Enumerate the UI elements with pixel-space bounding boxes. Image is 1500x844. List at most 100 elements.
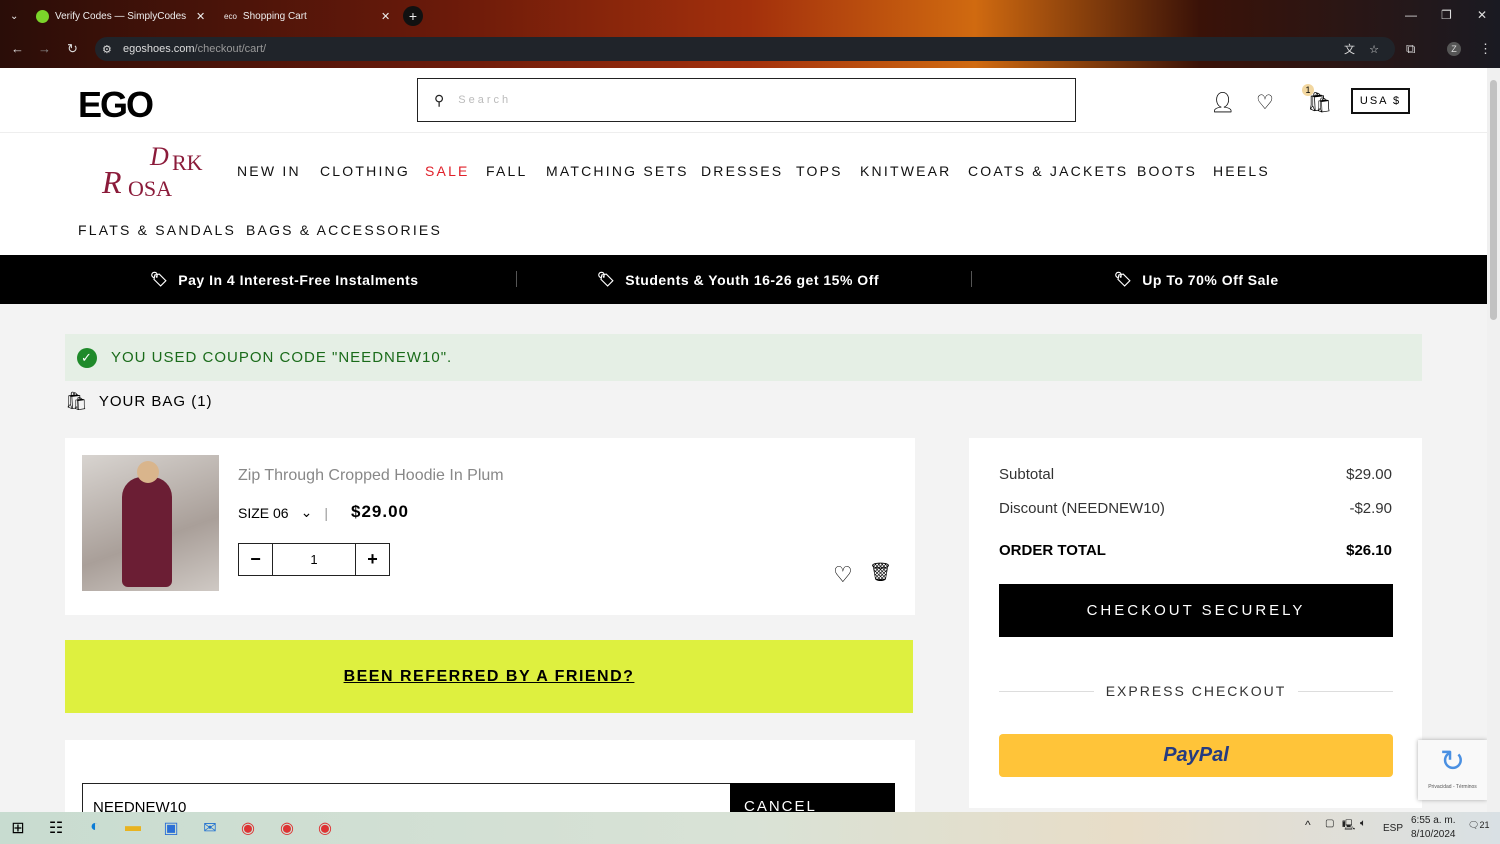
- chrome-icon[interactable]: ◉: [314, 818, 336, 838]
- increase-button[interactable]: +: [355, 544, 389, 575]
- search-icon: ⚲: [434, 91, 445, 108]
- bag-icon: 🛍︎: [65, 391, 89, 411]
- cart-count-badge: 1: [1302, 84, 1314, 96]
- scrollbar[interactable]: [1487, 68, 1500, 812]
- translate-icon[interactable]: 文: [1344, 41, 1355, 57]
- paypal-button[interactable]: PayPal: [999, 734, 1393, 777]
- label: ORDER TOTAL: [999, 542, 1106, 559]
- ego-favicon-icon: eco: [224, 11, 237, 21]
- cart-item: Zip Through Cropped Hoodie In Plum SIZE …: [65, 438, 915, 615]
- chrome-icon[interactable]: ◉: [276, 818, 298, 838]
- new-tab-button[interactable]: +: [403, 6, 423, 26]
- size-selector[interactable]: SIZE 06 ⌄ |: [238, 504, 328, 521]
- promo-item[interactable]: 🏷︎ Up To 70% Off Sale: [1114, 271, 1279, 288]
- close-tab-icon[interactable]: ✕: [196, 10, 205, 23]
- chrome-icon[interactable]: ◉: [237, 818, 259, 838]
- cancel-coupon-button[interactable]: CANCEL COUPON: [730, 783, 895, 812]
- nav-sale[interactable]: SALE: [425, 163, 470, 179]
- quantity-stepper: − 1 +: [238, 543, 390, 576]
- chevron-down-icon: ⌄: [300, 504, 313, 520]
- express-checkout-divider: EXPRESS CHECKOUT: [999, 683, 1393, 699]
- nav-flats-sandals[interactable]: FLATS & SANDALS: [78, 222, 236, 238]
- discount-row: Discount (NEEDNEW10) -$2.90: [999, 500, 1392, 517]
- divider: [971, 271, 972, 287]
- check-circle-icon: ✓: [77, 347, 97, 368]
- recaptcha-icon: ↻: [1439, 745, 1466, 778]
- profile-avatar[interactable]: Z: [1447, 42, 1461, 56]
- promo-text: Pay In 4 Interest-Free Instalments: [178, 271, 419, 288]
- product-image[interactable]: [82, 455, 219, 591]
- tray-chevron-icon[interactable]: ^: [1305, 818, 1311, 832]
- bookmark-star-icon[interactable]: ☆: [1369, 43, 1379, 56]
- nav-boots[interactable]: BOOTS: [1137, 163, 1197, 179]
- wishlist-heart-icon[interactable]: ♡: [833, 562, 853, 588]
- forward-icon[interactable]: →: [38, 41, 51, 56]
- account-icon[interactable]: 👤︎: [1210, 90, 1235, 115]
- browser-menu-icon[interactable]: ⋮: [1479, 41, 1492, 57]
- nav-knitwear[interactable]: KNITWEAR: [860, 163, 952, 179]
- promo-text: Students & Youth 16-26 get 15% Off: [625, 271, 880, 288]
- volume-icon[interactable]: 🔈︎: [1360, 818, 1366, 829]
- clock-date[interactable]: 8/10/2024: [1411, 829, 1456, 840]
- product-name[interactable]: Zip Through Cropped Hoodie In Plum: [238, 467, 504, 485]
- windows-start-icon[interactable]: ⊞: [7, 818, 29, 838]
- site-info-icon[interactable]: ⚙: [102, 43, 112, 56]
- notifications-badge[interactable]: 🗨︎21: [1468, 820, 1489, 831]
- wishlist-heart-icon[interactable]: ♡: [1256, 90, 1274, 115]
- ego-logo[interactable]: EGO: [78, 84, 154, 126]
- tab-title: Verify Codes — SimplyCodes: [55, 10, 187, 22]
- extensions-icon[interactable]: ⧉: [1406, 41, 1415, 57]
- language-indicator[interactable]: ESP: [1383, 823, 1403, 834]
- widgets-icon[interactable]: ☷: [45, 818, 67, 838]
- url-domain: egoshoes.com: [123, 43, 195, 55]
- total-row: ORDER TOTAL $26.10: [999, 542, 1392, 559]
- address-bar[interactable]: ⚙ egoshoes.com/checkout/cart/ 文 ☆: [95, 37, 1395, 61]
- file-explorer-icon[interactable]: ▬: [122, 818, 144, 838]
- tab-list-button[interactable]: ⌄: [10, 6, 18, 26]
- checkout-button[interactable]: CHECKOUT SECURELY: [999, 584, 1393, 637]
- promo-text: Up To 70% Off Sale: [1142, 271, 1279, 288]
- restore-button[interactable]: ❐: [1441, 8, 1452, 22]
- nav-coats-jackets[interactable]: COATS & JACKETS: [968, 163, 1128, 179]
- close-window-button[interactable]: ✕: [1477, 8, 1487, 22]
- nav-dresses[interactable]: DRESSES: [701, 163, 783, 179]
- nav-new-in[interactable]: NEW IN: [237, 163, 301, 179]
- decrease-button[interactable]: −: [239, 544, 273, 575]
- paypal-logo: PayPal: [1163, 744, 1229, 766]
- clock-time[interactable]: 6:55 a. m.: [1411, 815, 1455, 826]
- value: -$2.90: [1349, 500, 1392, 517]
- nav-clothing[interactable]: CLOTHING: [320, 163, 410, 179]
- reload-icon[interactable]: ↻: [67, 41, 78, 57]
- promo-item[interactable]: 🏷︎ Pay In 4 Interest-Free Instalments: [150, 271, 419, 288]
- meet-icon[interactable]: ▢: [1325, 818, 1334, 829]
- edge-icon[interactable]: ◐: [84, 818, 106, 838]
- close-tab-icon[interactable]: ✕: [381, 10, 390, 23]
- recaptcha-links[interactable]: Privacidad - Términos: [1418, 784, 1487, 790]
- minimize-button[interactable]: —: [1405, 8, 1417, 22]
- store-icon[interactable]: ▣: [160, 818, 182, 838]
- dark-rosa-logo[interactable]: D RK R OSA: [100, 138, 212, 204]
- back-icon[interactable]: ←: [11, 41, 24, 56]
- mail-icon[interactable]: ✉: [199, 818, 221, 838]
- currency-selector[interactable]: USA $: [1351, 88, 1410, 114]
- promo-item[interactable]: 🏷︎ Students & Youth 16-26 get 15% Off: [597, 271, 879, 288]
- nav-bags-accessories[interactable]: BAGS & ACCESSORIES: [246, 222, 442, 238]
- tag-icon: 🏷︎: [150, 271, 169, 287]
- tab-verify-codes[interactable]: Verify Codes — SimplyCodes ✕: [36, 6, 211, 26]
- taskbar: ⊞ ☷ ◐ ▬ ▣ ✉ ◉ ◉ ◉ ^ ▢ 🖳︎ 🔈︎ ESP 6:55 a. …: [0, 812, 1500, 844]
- quantity-input[interactable]: 1: [273, 544, 355, 575]
- nav-tops[interactable]: TOPS: [796, 163, 843, 179]
- trash-icon[interactable]: 🗑︎: [869, 562, 892, 583]
- tab-shopping-cart[interactable]: eco Shopping Cart ✕: [224, 6, 394, 26]
- label: Subtotal: [999, 466, 1055, 483]
- nav-heels[interactable]: HEELS: [1213, 163, 1270, 179]
- browser-chrome: ⌄ Verify Codes — SimplyCodes ✕ eco Shopp…: [0, 0, 1500, 68]
- recaptcha-badge[interactable]: ↻ Privacidad - Términos: [1418, 740, 1487, 800]
- search-input[interactable]: ⚲ Search: [417, 78, 1076, 122]
- subtotal-row: Subtotal $29.00: [999, 466, 1392, 483]
- network-icon[interactable]: 🖳︎: [1342, 818, 1355, 835]
- nav-matching-sets[interactable]: MATCHING SETS: [546, 163, 689, 179]
- referral-link[interactable]: BEEN REFERRED BY A FRIEND?: [65, 640, 913, 713]
- nav-fall[interactable]: FALL: [486, 163, 528, 179]
- coupon-input[interactable]: NEEDNEW10: [82, 783, 732, 812]
